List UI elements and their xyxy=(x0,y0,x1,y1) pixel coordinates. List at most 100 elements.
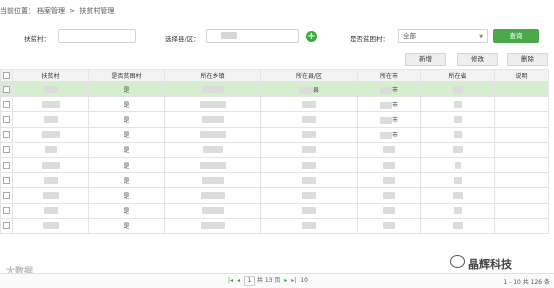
table-row[interactable]: 是 xyxy=(0,217,549,234)
row-checkbox[interactable] xyxy=(0,172,13,189)
edit-button[interactable]: 修改 xyxy=(457,53,498,66)
table-row[interactable]: 是市 xyxy=(0,96,549,113)
poor-village-value: 全部 xyxy=(403,32,416,40)
next-page-icon[interactable]: ▸ xyxy=(284,277,287,284)
cell-county xyxy=(260,172,358,189)
cell-county xyxy=(260,141,358,158)
row-checkbox[interactable] xyxy=(0,202,13,219)
prev-page-icon[interactable]: ◂ xyxy=(237,277,240,284)
cell-province xyxy=(420,126,495,143)
breadcrumb-current: 扶贫村管理 xyxy=(79,7,115,15)
col-poor: 是否贫困村 xyxy=(88,69,165,82)
cell-town xyxy=(164,202,261,219)
table-header: 扶贫村 是否贫困村 所在乡镇 所在县/区 所在市 所在省 说明 xyxy=(0,69,549,82)
poor-village-label: 是否贫困村： xyxy=(350,35,389,43)
village-table: 扶贫村 是否贫困村 所在乡镇 所在县/区 所在市 所在省 说明 是县市是市是市是… xyxy=(0,69,549,234)
cell-county xyxy=(260,187,358,204)
cell-village xyxy=(12,126,89,143)
page-size-select[interactable]: 10 xyxy=(300,277,308,284)
table-row[interactable]: 是 xyxy=(0,187,549,204)
row-checkbox[interactable] xyxy=(0,187,13,204)
cell-town xyxy=(164,156,261,174)
cell-province xyxy=(420,187,495,204)
cell-poor: 是 xyxy=(88,111,165,128)
poor-village-select[interactable]: 全部 ▼ xyxy=(398,29,488,43)
county-input[interactable] xyxy=(206,29,299,43)
col-note: 说明 xyxy=(494,69,549,82)
row-checkbox[interactable] xyxy=(0,141,13,158)
cell-province xyxy=(420,141,495,158)
cell-note xyxy=(494,217,549,234)
cell-village xyxy=(12,156,89,174)
cell-town xyxy=(164,80,261,98)
row-checkbox[interactable] xyxy=(0,156,13,174)
add-county-button[interactable]: + xyxy=(306,31,317,42)
chevron-down-icon: ▼ xyxy=(479,34,483,40)
cell-city-suffix: 市 xyxy=(391,116,398,124)
table-row[interactable]: 是市 xyxy=(0,126,549,143)
cell-province xyxy=(420,96,495,113)
cell-county xyxy=(260,126,358,143)
cell-town xyxy=(164,217,261,234)
cell-poor: 是 xyxy=(88,96,165,113)
cell-county: 县 xyxy=(260,80,358,98)
add-button[interactable]: 新增 xyxy=(405,53,446,66)
first-page-icon[interactable]: |◂ xyxy=(228,277,233,284)
cell-village xyxy=(12,172,89,189)
col-city: 所在市 xyxy=(357,69,421,82)
cell-city xyxy=(357,141,421,158)
cell-village xyxy=(12,141,89,158)
cell-county-suffix: 县 xyxy=(312,86,319,94)
delete-button[interactable]: 删除 xyxy=(507,53,548,66)
breadcrumb-sep: > xyxy=(69,7,76,15)
search-button[interactable]: 查询 xyxy=(493,29,539,43)
row-checkbox[interactable] xyxy=(0,80,13,98)
cell-poor: 是 xyxy=(88,187,165,204)
cell-poor: 是 xyxy=(88,80,165,98)
row-checkbox[interactable] xyxy=(0,217,13,234)
cell-note xyxy=(494,80,549,98)
cell-city-suffix: 市 xyxy=(391,132,398,140)
cell-town xyxy=(164,172,261,189)
table-row[interactable]: 是市 xyxy=(0,111,549,128)
cell-province xyxy=(420,217,495,234)
pager: |◂ ◂ 1 共 13 页 ▸ ▸| 10 xyxy=(226,276,308,286)
cell-village xyxy=(12,187,89,204)
cell-province xyxy=(420,80,495,98)
cell-village xyxy=(12,96,89,113)
cell-city: 市 xyxy=(357,126,421,143)
breadcrumb-archive[interactable]: 档案管理 xyxy=(37,7,65,15)
cell-note xyxy=(494,172,549,189)
col-province: 所在省 xyxy=(420,69,495,82)
page-input[interactable]: 1 xyxy=(243,276,255,286)
table-row[interactable]: 是 xyxy=(0,156,549,174)
village-input[interactable] xyxy=(58,29,136,43)
cell-town xyxy=(164,187,261,204)
cell-village xyxy=(12,111,89,128)
row-checkbox[interactable] xyxy=(0,126,13,143)
row-checkbox[interactable] xyxy=(0,96,13,113)
cell-poor: 是 xyxy=(88,141,165,158)
cell-note xyxy=(494,96,549,113)
breadcrumb: 当前位置： 档案管理 > 扶贫村管理 xyxy=(0,0,554,22)
watermark-right: 晶辉科技 xyxy=(468,258,512,271)
last-page-icon[interactable]: ▸| xyxy=(291,277,296,284)
village-label: 扶贫村： xyxy=(24,35,50,43)
cell-city xyxy=(357,202,421,219)
cell-city xyxy=(357,187,421,204)
table-row[interactable]: 是 xyxy=(0,172,549,189)
cell-note xyxy=(494,111,549,128)
table-row[interactable]: 是 xyxy=(0,141,549,158)
cell-note xyxy=(494,156,549,174)
cell-city: 市 xyxy=(357,96,421,113)
cell-poor: 是 xyxy=(88,126,165,143)
select-all-checkbox[interactable] xyxy=(0,69,13,82)
cell-province xyxy=(420,156,495,174)
col-village: 扶贫村 xyxy=(12,69,89,82)
row-checkbox[interactable] xyxy=(0,111,13,128)
cell-city: 市 xyxy=(357,111,421,128)
cell-city xyxy=(357,172,421,189)
table-row[interactable]: 是 xyxy=(0,202,549,219)
cell-city: 市 xyxy=(357,80,421,98)
table-row[interactable]: 是县市 xyxy=(0,80,549,98)
